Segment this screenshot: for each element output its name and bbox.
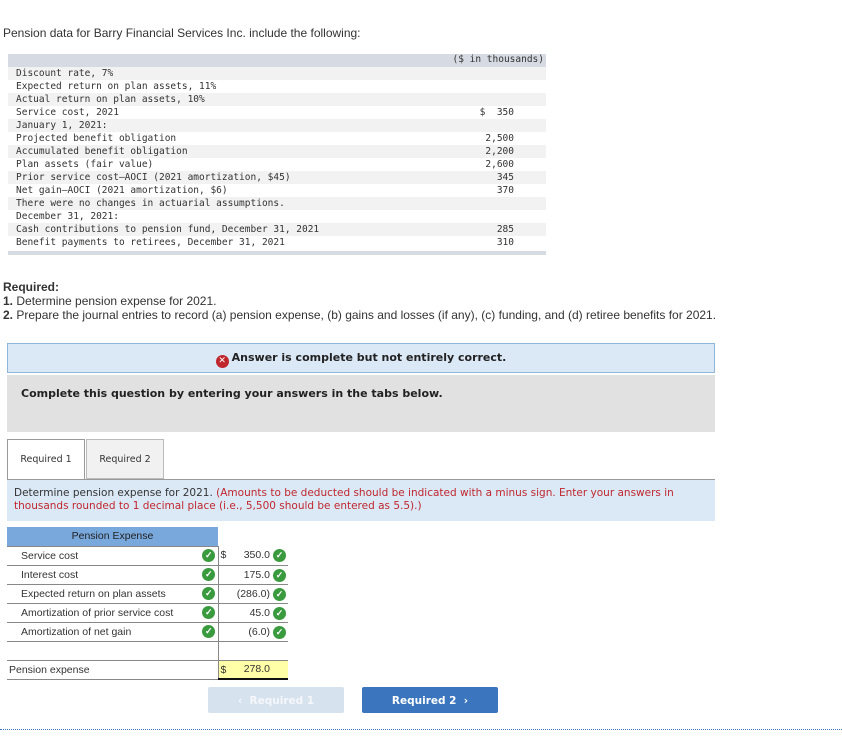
check-icon: ✓ bbox=[202, 549, 216, 562]
data-row: Accumulated benefit obligation 2,200 bbox=[8, 145, 546, 158]
check-icon: ✓ bbox=[202, 568, 216, 581]
data-row-label: Discount rate, 7% bbox=[16, 68, 114, 79]
check-icon: ✓ bbox=[273, 549, 286, 562]
x-circle-icon: ✕ bbox=[215, 355, 229, 368]
pension-data-table: ($ in thousands) Discount rate, 7% Expect… bbox=[8, 54, 546, 255]
data-row-label: January 1, 2021: bbox=[16, 120, 108, 131]
data-row-value: 2,500 bbox=[485, 133, 514, 144]
pension-expense-row: Interest cost ✓ 175.0 ✓ bbox=[7, 565, 288, 585]
unit-label: ($ in thousands) bbox=[452, 54, 544, 65]
data-row: December 31, 2021: bbox=[8, 210, 546, 223]
pension-item-select[interactable]: Amortization of net gain bbox=[7, 622, 200, 642]
amount-value: 45.0 bbox=[249, 606, 270, 619]
pension-item-select[interactable]: Expected return on plan assets bbox=[7, 584, 200, 604]
amount-value: 350.0 bbox=[243, 549, 270, 562]
pension-expense-row: Amortization of prior service cost ✓ 45.0 ✓ bbox=[7, 603, 288, 623]
required-item-2: 2. Prepare the journal entries to record… bbox=[3, 308, 717, 322]
data-table-footer bbox=[8, 251, 546, 255]
data-row-label: There were no changes in actuarial assum… bbox=[16, 198, 285, 209]
instructions-panel: Complete this question by entering your … bbox=[7, 375, 715, 432]
data-row-label: December 31, 2021: bbox=[16, 211, 119, 222]
chevron-right-icon: › bbox=[463, 695, 469, 707]
check-icon: ✓ bbox=[273, 625, 286, 639]
check-icon: ✓ bbox=[202, 625, 216, 638]
pension-expense-total-input[interactable]: $ 278.0 bbox=[217, 660, 288, 680]
check-icon: ✓ bbox=[273, 568, 286, 582]
data-row: Expected return on plan assets, 11% bbox=[8, 80, 546, 93]
data-row-value: 370 bbox=[496, 185, 514, 196]
dollar-sign: $ bbox=[220, 549, 227, 561]
pension-expense-total-label: Pension expense bbox=[7, 660, 218, 680]
data-row-value: 285 bbox=[496, 224, 514, 235]
pension-amount-input[interactable]: (286.0) ✓ bbox=[217, 584, 288, 604]
pension-expense-row: Expected return on plan assets ✓ (286.0) ✓ bbox=[7, 584, 288, 604]
check-icon: ✓ bbox=[202, 587, 216, 600]
data-row-label: Actual return on plan assets, 10% bbox=[16, 94, 205, 105]
dotted-divider bbox=[0, 729, 842, 730]
data-row-label: Cash contributions to pension fund, Dece… bbox=[16, 224, 320, 235]
data-row: Plan assets (fair value) 2,600 bbox=[8, 158, 546, 171]
intro-text: Pension data for Barry Financial Service… bbox=[3, 26, 361, 40]
data-row: Benefit payments to retirees, December 3… bbox=[8, 236, 546, 249]
pension-expense-title: Pension Expense bbox=[7, 527, 218, 547]
pension-amount-input[interactable]: (6.0) ✓ bbox=[217, 622, 288, 642]
data-row: There were no changes in actuarial assum… bbox=[8, 197, 546, 210]
data-row: Prior service cost—AOCI (2021 amortizati… bbox=[8, 171, 546, 184]
data-table-header: ($ in thousands) bbox=[8, 54, 546, 67]
data-row: Discount rate, 7% bbox=[8, 67, 546, 80]
pension-expense-table: Pension Expense Service cost ✓ $350.0 ✓ Inte… bbox=[7, 527, 288, 680]
data-row-label: Expected return on plan assets, 11% bbox=[16, 81, 217, 92]
answer-status-text: Answer is complete but not entirely corr… bbox=[231, 351, 507, 364]
amount-value: (6.0) bbox=[248, 625, 270, 638]
data-row-label: Service cost, 2021 bbox=[16, 107, 119, 118]
required-section: Required: 1. Determine pension expense f… bbox=[3, 280, 716, 322]
data-row: January 1, 2021: bbox=[8, 119, 546, 132]
chevron-left-icon: ‹ bbox=[237, 695, 243, 707]
total-amount: 278.0 bbox=[243, 663, 270, 676]
pension-amount-input[interactable]: 175.0 ✓ bbox=[217, 565, 288, 585]
data-row: Service cost, 2021 $ 350 bbox=[8, 106, 546, 119]
check-icon: ✓ bbox=[273, 606, 286, 620]
check-icon: ✓ bbox=[202, 606, 216, 619]
data-row-label: Accumulated benefit obligation bbox=[16, 146, 188, 157]
data-row-value: 2,200 bbox=[485, 146, 514, 157]
data-row: Net gain—AOCI (2021 amortization, $6) 370 bbox=[8, 184, 546, 197]
pension-amount-input[interactable]: $350.0 ✓ bbox=[217, 546, 288, 566]
required-item-1: 1. Determine pension expense for 2021. bbox=[3, 294, 217, 308]
data-row: Cash contributions to pension fund, Dece… bbox=[8, 223, 546, 236]
data-row-value: 345 bbox=[496, 172, 514, 183]
amount-value: (286.0) bbox=[236, 587, 270, 600]
data-row-label: Projected benefit obligation bbox=[16, 133, 177, 144]
check-icon: ✓ bbox=[273, 587, 286, 601]
prompt-text: Determine pension expense for 2021. bbox=[14, 487, 217, 499]
next-required-2-button[interactable]: Required 2 › bbox=[362, 687, 498, 713]
data-row-value: 2,600 bbox=[485, 159, 514, 170]
pension-expense-row: Amortization of net gain ✓ (6.0) ✓ bbox=[7, 622, 288, 642]
data-row-value: $ 350 bbox=[479, 107, 514, 118]
amount-value: 175.0 bbox=[243, 568, 270, 581]
pension-item-select[interactable]: Service cost bbox=[7, 546, 200, 566]
prev-required-1-button[interactable]: ‹ Required 1 bbox=[208, 687, 344, 713]
pension-item-select[interactable]: Interest cost bbox=[7, 565, 200, 585]
pension-item-select[interactable]: Amortization of prior service cost bbox=[7, 603, 200, 623]
instructions-text: Complete this question by entering your … bbox=[21, 387, 443, 400]
tab-required-2[interactable]: Required 2 bbox=[86, 439, 164, 479]
data-row-value: 310 bbox=[496, 237, 514, 248]
question-prompt: Determine pension expense for 2021. (Amo… bbox=[7, 479, 715, 521]
data-row-label: Plan assets (fair value) bbox=[16, 159, 154, 170]
data-row: Projected benefit obligation 2,500 bbox=[8, 132, 546, 145]
pension-expense-row: Service cost ✓ $350.0 ✓ bbox=[7, 546, 288, 566]
data-row: Actual return on plan assets, 10% bbox=[8, 93, 546, 106]
dollar-sign: $ bbox=[220, 663, 227, 676]
data-row-label: Net gain—AOCI (2021 amortization, $6) bbox=[16, 185, 228, 196]
data-row-label: Prior service cost—AOCI (2021 amortizati… bbox=[16, 172, 291, 183]
required-heading: Required: bbox=[3, 280, 60, 294]
tab-required-1[interactable]: Required 1 bbox=[7, 439, 85, 480]
pension-amount-input[interactable]: 45.0 ✓ bbox=[217, 603, 288, 623]
data-row-label: Benefit payments to retirees, December 3… bbox=[16, 237, 285, 248]
answer-status-banner: ✕ Answer is complete but not entirely cor… bbox=[7, 343, 715, 373]
